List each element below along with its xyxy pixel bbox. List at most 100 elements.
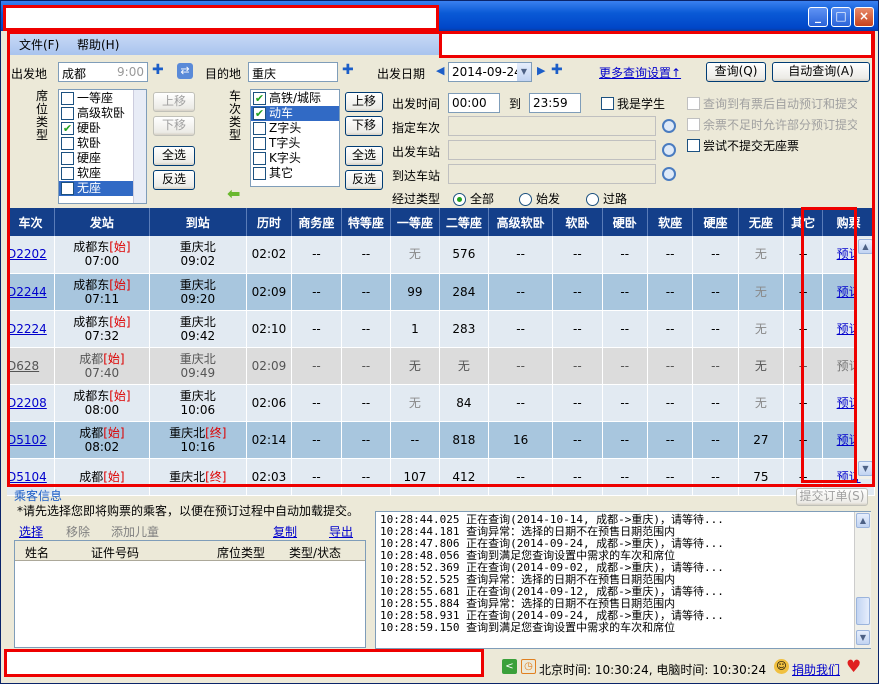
table-row[interactable]: D628 成都[始] 07:40 重庆北 09:49 02:09 -- -- 无无 -- -- -- -… [7, 347, 875, 385]
log-scroll-up-icon[interactable]: ▲ [856, 513, 870, 528]
seat-type-item[interactable]: 高级软卧 [59, 106, 133, 121]
table-row[interactable]: D2202 成都东[始] 07:00 重庆北 09:02 02:02 -- -- 无 576 -- -… [7, 236, 875, 274]
train-number-link[interactable]: D2208 [7, 384, 55, 422]
seat-type-item[interactable]: 软卧 [59, 136, 133, 151]
train-number-link[interactable]: D2202 [7, 236, 55, 274]
table-row[interactable]: D5104 成都[始] 重庆北[终] 02:03 -- -- 107 412 -- -- -- -- -… [7, 458, 875, 496]
table-row[interactable]: D5102 成都[始] 08:02 重庆北[终] 10:16 02:14 -- -- -- 818… [7, 421, 875, 459]
train-up-button[interactable]: 上移 [345, 92, 383, 112]
column-header[interactable]: 高级软卧 [488, 208, 554, 236]
menu-file[interactable]: 文件(F) [19, 36, 59, 53]
add-to-icon[interactable]: ✚ [342, 62, 354, 78]
time-from-spinner[interactable]: 00:00 [448, 93, 500, 113]
log-scroll-down-icon[interactable]: ▼ [856, 630, 870, 645]
column-header[interactable]: 硬座 [692, 208, 739, 236]
column-header[interactable]: 无座 [738, 208, 785, 236]
passenger-remove-link[interactable]: 移除 [66, 523, 90, 540]
train-invert-button[interactable]: 反选 [345, 170, 383, 190]
scroll-up-icon[interactable]: ▲ [858, 239, 873, 254]
passenger-select-link[interactable]: 选择 [19, 523, 43, 540]
arrive-station-search-icon[interactable] [662, 167, 676, 181]
train-number-link[interactable]: D2244 [7, 273, 55, 311]
table-row[interactable]: D2244 成都东[始] 07:11 重庆北 09:20 02:09 -- -- 99 284 --… [7, 273, 875, 311]
date-dropdown-icon[interactable]: ▼ [517, 63, 531, 81]
log-scroll-thumb[interactable] [856, 597, 870, 625]
arrive-station-input[interactable] [448, 164, 656, 184]
column-header[interactable]: 硬卧 [602, 208, 648, 236]
column-header[interactable]: 二等座 [439, 208, 490, 236]
column-header[interactable]: 车次 [7, 208, 55, 236]
time-to-spinner[interactable]: 23:59 [529, 93, 581, 113]
seat-type-item[interactable]: 硬座 [59, 151, 133, 166]
to-input[interactable]: 重庆 [248, 62, 338, 82]
auto-query-button[interactable]: 自动查询(A) [772, 62, 870, 82]
column-header[interactable]: 购票 [822, 208, 875, 236]
column-header[interactable]: 发站 [54, 208, 150, 236]
log-scrollbar[interactable]: ▲ ▼ [854, 512, 871, 648]
student-checkbox[interactable]: 我是学生 [601, 95, 665, 112]
seat-type-list[interactable]: 一等座 高级软卧 ✔ 硬卧 软卧 硬座 软座 无座 [58, 89, 147, 204]
query-button[interactable]: 查询(Q) [706, 62, 766, 82]
train-number-link[interactable]: D628 [7, 347, 55, 385]
train-down-button[interactable]: 下移 [345, 116, 383, 136]
column-header[interactable]: 其它 [783, 208, 824, 236]
seat-select-all-button[interactable]: 全选 [153, 146, 195, 166]
export-link[interactable]: 导出 [329, 523, 353, 540]
train-type-item[interactable]: 其它 [251, 166, 339, 181]
train-type-item[interactable]: K字头 [251, 151, 339, 166]
train-type-item[interactable]: Z字头 [251, 121, 339, 136]
date-select[interactable]: 2014-09-24 ▼ [448, 62, 532, 82]
seat-up-button[interactable]: 上移 [153, 92, 195, 112]
more-settings-link[interactable]: 更多查询设置↑ [599, 64, 681, 81]
next-date-icon[interactable]: ▶ [537, 64, 545, 77]
depart-station-search-icon[interactable] [662, 143, 676, 157]
pass-all-radio[interactable]: 全部 [453, 190, 494, 207]
column-header[interactable]: 一等座 [390, 208, 440, 236]
column-header[interactable]: 特等座 [341, 208, 392, 236]
close-button[interactable]: × [854, 7, 874, 27]
swap-stations-icon[interactable]: ⇄ [177, 63, 193, 79]
donate-link[interactable]: 捐助我们 [792, 661, 840, 678]
seat-type-item[interactable]: ✔ 硬卧 [59, 121, 133, 136]
train-select-all-button[interactable]: 全选 [345, 146, 383, 166]
no-standing-checkbox[interactable]: 尝试不提交无座票 [687, 137, 799, 154]
train-no-input[interactable] [448, 116, 656, 136]
add-from-icon[interactable]: ✚ [152, 62, 164, 78]
column-header[interactable]: 历时 [246, 208, 293, 236]
passenger-table[interactable]: 姓名 证件号码 席位类型 类型/状态 [14, 540, 366, 648]
copy-link[interactable]: 复制 [273, 523, 297, 540]
add-child-link[interactable]: 添加儿童 [111, 523, 159, 540]
column-header[interactable]: 商务座 [291, 208, 342, 236]
table-row[interactable]: D2224 成都东[始] 07:32 重庆北 09:42 02:10 -- -- 1 283 -- -… [7, 310, 875, 348]
column-header[interactable]: 软座 [647, 208, 694, 236]
seat-list-scrollbar[interactable] [133, 90, 146, 203]
column-header[interactable]: 到站 [149, 208, 247, 236]
maximize-button[interactable]: □ [831, 7, 851, 27]
seat-type-item[interactable]: 一等座 [59, 91, 133, 106]
seat-down-button[interactable]: 下移 [153, 116, 195, 136]
train-number-link[interactable]: D5102 [7, 421, 55, 459]
partial-submit-checkbox[interactable]: 余票不足时允许部分预订提交 [687, 116, 857, 133]
train-number-link[interactable]: D2224 [7, 310, 55, 348]
depart-station-input[interactable] [448, 140, 656, 160]
table-row[interactable]: D2208 成都东[始] 08:00 重庆北 10:06 02:06 -- -- 无 84 -- --… [7, 384, 875, 422]
seat-invert-button[interactable]: 反选 [153, 170, 195, 190]
arrow-left-icon[interactable]: ⬅ [227, 184, 240, 203]
pass-through-radio[interactable]: 过路 [586, 190, 627, 207]
scroll-down-icon[interactable]: ▼ [858, 461, 873, 476]
train-type-item[interactable]: T字头 [251, 136, 339, 151]
submit-order-button[interactable]: 提交订单(S) [796, 488, 868, 506]
train-type-list[interactable]: ✔ 高铁/城际 ✔ 动车 Z字头 T字头 K字头 其它 [250, 89, 340, 187]
seat-type-item[interactable]: 无座 [59, 181, 133, 196]
seat-type-item[interactable]: 软座 [59, 166, 133, 181]
add-date-icon[interactable]: ✚ [551, 62, 563, 78]
share-icon[interactable]: < [502, 659, 517, 674]
train-no-search-icon[interactable] [662, 119, 676, 133]
from-input[interactable]: 成都 9:00 [58, 62, 148, 82]
pass-start-radio[interactable]: 始发 [519, 190, 560, 207]
results-scrollbar[interactable]: ▲ ▼ [856, 238, 874, 479]
menu-help[interactable]: 帮助(H) [77, 36, 119, 53]
train-type-item[interactable]: ✔ 高铁/城际 [251, 91, 339, 106]
auto-book-checkbox[interactable]: 查询到有票后自动预订和提交 [687, 95, 857, 112]
minimize-button[interactable]: _ [808, 7, 828, 27]
